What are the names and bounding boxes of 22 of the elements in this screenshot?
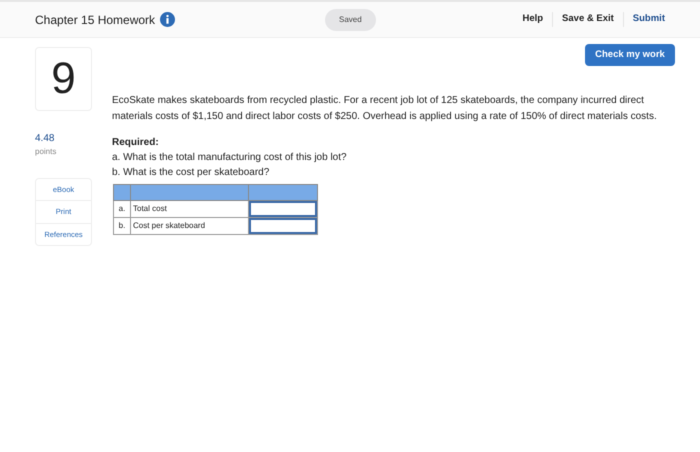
row-letter: b. xyxy=(114,218,130,234)
required-question: b. What is the cost per skateboard? xyxy=(112,166,270,180)
required-heading: Required: xyxy=(112,136,160,150)
table-header-cell xyxy=(114,184,130,200)
saved-status: Saved xyxy=(325,8,376,30)
row-label: Cost per skateboard xyxy=(130,218,248,234)
answer-input[interactable] xyxy=(249,201,317,217)
row-letter: a. xyxy=(114,200,130,218)
row-label: Total cost xyxy=(130,200,248,218)
check-my-work-button[interactable]: Check my work xyxy=(585,44,675,66)
question-number-card: 9 xyxy=(35,47,92,111)
problem-text: EcoSkate makes skateboards from recycled plastic. For a recent job lot of 125 skateboards, the company incurred direct materials costs of $1,150 and direct labor costs of $250. Overhead is applied using a rate of 150% of direct materials costs. xyxy=(112,94,658,124)
header-link[interactable]: Submit xyxy=(622,12,665,27)
points-value: 4.48 xyxy=(35,132,56,146)
info-icon[interactable] xyxy=(160,12,176,27)
table-header-cell xyxy=(248,184,318,200)
points-label: points xyxy=(35,146,58,158)
required-question: a. What is the total manufacturing cost of this job lot? xyxy=(112,151,348,165)
answer-input[interactable] xyxy=(249,218,317,234)
header-link[interactable]: Help xyxy=(513,12,552,27)
header-link[interactable]: Save & Exit xyxy=(552,12,623,27)
assignment-title: Chapter 15 Homework xyxy=(35,12,156,28)
